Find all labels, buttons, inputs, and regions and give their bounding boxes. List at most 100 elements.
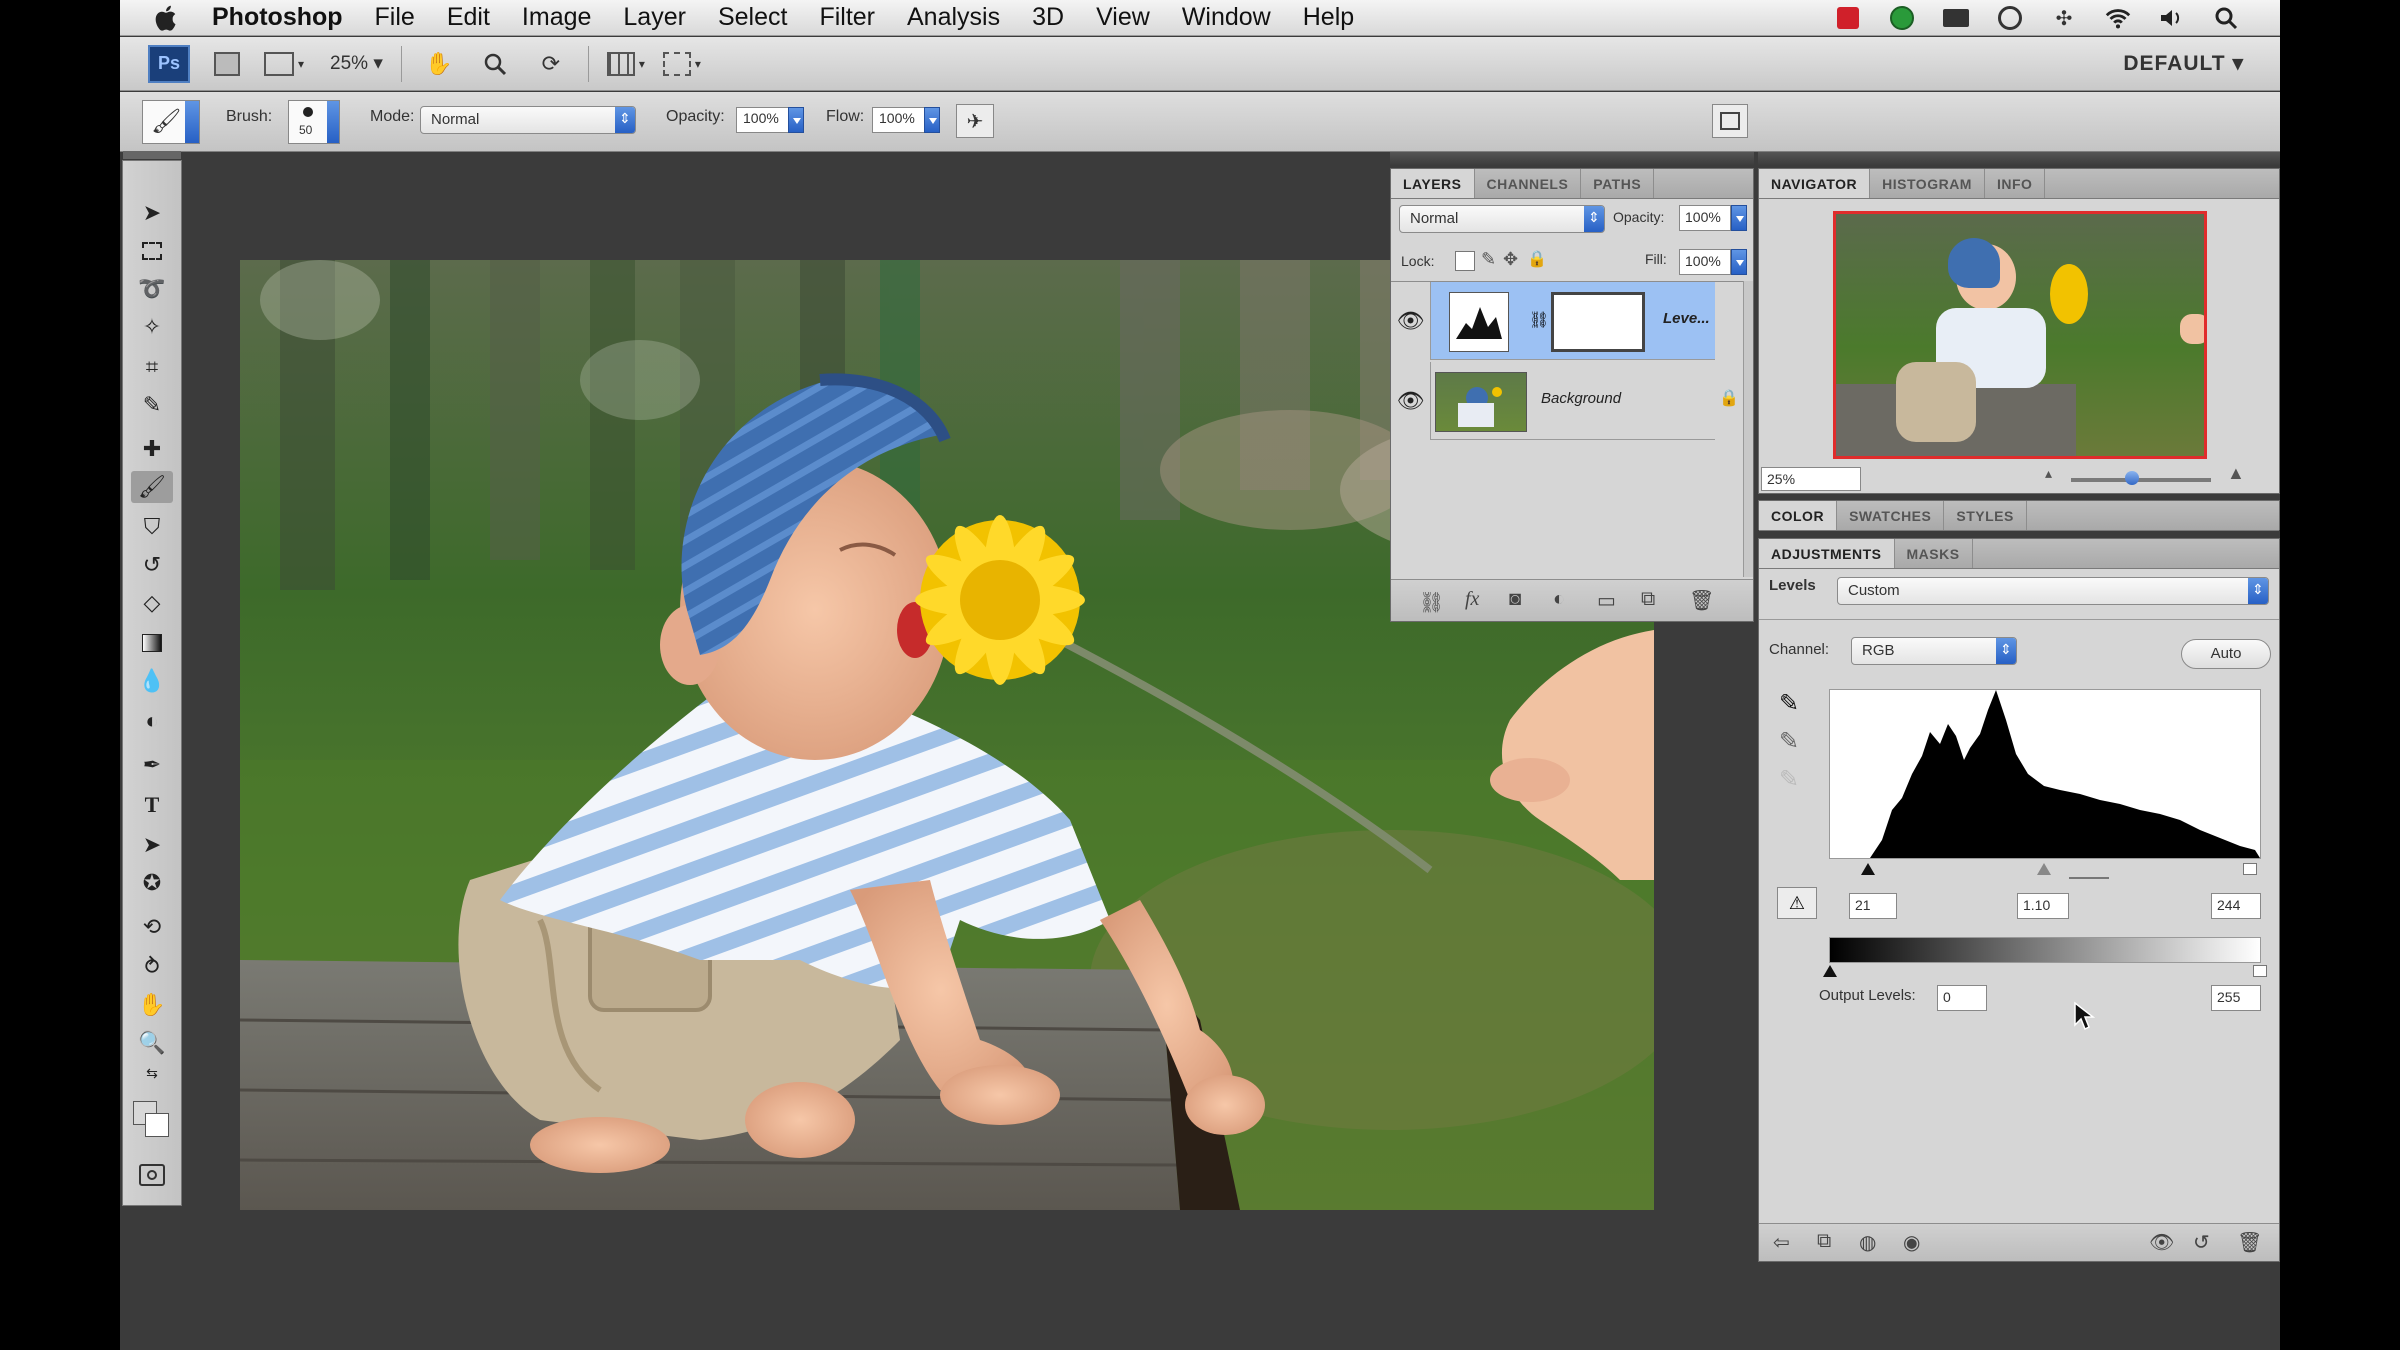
output-black-field[interactable]: 0 <box>1937 985 1987 1011</box>
workspace-switcher[interactable]: DEFAULT ▾ <box>2123 51 2244 76</box>
blend-mode-dropdown[interactable]: Normal <box>1399 205 1605 233</box>
white-point-eyedropper-icon[interactable]: ✎ <box>1779 765 1799 794</box>
menu-layer[interactable]: Layer <box>607 3 702 32</box>
mask-link-icon[interactable]: ⛓ <box>1529 310 1549 330</box>
lock-image-icon[interactable]: ✎ <box>1481 249 1496 270</box>
levels-preset-dropdown[interactable]: Custom <box>1837 577 2269 605</box>
gamma-input-slider[interactable] <box>2037 863 2051 875</box>
layer-row-levels[interactable]: 👁 ⛓ Leve... <box>1391 282 1715 360</box>
toggle-brush-panel-icon[interactable] <box>1712 104 1748 138</box>
ps-logo[interactable]: Ps <box>148 44 190 83</box>
layer-opacity-stepper[interactable] <box>1731 205 1747 231</box>
layer-opacity-input[interactable]: 100% <box>1679 205 1731 231</box>
path-selection-tool-icon[interactable]: ➤ <box>131 829 173 861</box>
flow-stepper[interactable] <box>924 107 940 133</box>
swap-colors-icon[interactable]: ⇆ <box>131 1061 173 1085</box>
channel-dropdown[interactable]: RGB <box>1851 637 2017 665</box>
zoom-out-icon[interactable]: ▴ <box>2045 465 2052 482</box>
opacity-stepper[interactable] <box>788 107 804 133</box>
menu-help[interactable]: Help <box>1287 3 1370 32</box>
time-machine-icon[interactable] <box>1996 4 2024 32</box>
tool-preset-picker[interactable]: 🖌 <box>142 100 200 144</box>
menu-file[interactable]: File <box>359 3 431 32</box>
menu-analysis[interactable]: Analysis <box>891 3 1016 32</box>
zoom-tool-icon[interactable] <box>476 45 514 83</box>
3d-rotate-tool-icon[interactable]: ⟲ <box>131 911 173 943</box>
new-group-icon[interactable]: ▭ <box>1597 588 1616 613</box>
tab-navigator[interactable]: NAVIGATOR <box>1759 169 1871 198</box>
background-color-swatch[interactable] <box>145 1113 169 1137</box>
black-input-slider[interactable] <box>1861 863 1875 875</box>
pen-tool-icon[interactable]: ✒ <box>131 749 173 781</box>
eyedropper-tool-icon[interactable]: ✎ <box>131 389 173 421</box>
tab-layers[interactable]: LAYERS <box>1391 169 1475 198</box>
arrange-documents-icon[interactable]: ▾ <box>606 45 645 83</box>
lasso-tool-icon[interactable]: ➰ <box>131 273 173 305</box>
flash-icon[interactable] <box>1834 4 1862 32</box>
visibility-eye-icon[interactable]: 👁 <box>1391 282 1431 360</box>
white-input-slider[interactable] <box>2243 863 2257 875</box>
input-black-field[interactable]: 21 <box>1849 893 1897 919</box>
history-brush-tool-icon[interactable]: ↺ <box>131 549 173 581</box>
menu-image[interactable]: Image <box>506 3 607 32</box>
tab-styles[interactable]: STYLES <box>1944 501 2027 530</box>
expanded-view-icon[interactable]: ⧉ <box>1817 1230 1831 1253</box>
return-to-list-icon[interactable]: ⇦ <box>1773 1230 1790 1255</box>
menu-app-name[interactable]: Photoshop <box>190 3 359 32</box>
visibility-eye-icon[interactable]: 👁 <box>1391 362 1431 440</box>
view-extras-icon[interactable]: ▾ <box>264 45 304 83</box>
view-previous-state-icon[interactable]: 👁 <box>2149 1230 2174 1255</box>
sync-icon[interactable] <box>1888 4 1916 32</box>
layer-name-levels[interactable]: Leve... <box>1663 310 1710 327</box>
layer-style-icon[interactable]: fx <box>1465 588 1479 611</box>
layer-mask-thumbnail[interactable] <box>1551 292 1645 352</box>
levels-adjustment-thumbnail[interactable] <box>1449 292 1509 352</box>
type-tool-icon[interactable]: T <box>131 789 173 821</box>
navigator-zoom-slider[interactable] <box>2071 478 2211 482</box>
delete-adjustment-icon[interactable]: 🗑 <box>2237 1230 2262 1255</box>
layer-name-background[interactable]: Background <box>1541 390 1621 407</box>
reset-icon[interactable]: ↺ <box>2193 1230 2210 1255</box>
3d-orbit-tool-icon[interactable]: ⥁ <box>131 951 173 983</box>
mode-dropdown[interactable]: Normal <box>420 106 636 134</box>
zoom-level-dropdown[interactable]: 25% ▾ <box>330 52 383 75</box>
menu-select[interactable]: Select <box>702 3 803 32</box>
brush-picker[interactable]: 50 <box>288 100 340 144</box>
output-black-slider[interactable] <box>1823 965 1837 977</box>
gray-point-eyedropper-icon[interactable]: ✎ <box>1779 727 1799 756</box>
black-point-eyedropper-icon[interactable]: ✎ <box>1779 689 1799 718</box>
tab-histogram[interactable]: HISTOGRAM <box>1870 169 1985 198</box>
healing-brush-tool-icon[interactable]: ✚ <box>131 433 173 465</box>
background-layer-thumbnail[interactable] <box>1435 372 1527 432</box>
lock-position-icon[interactable]: ✥ <box>1503 249 1518 270</box>
tab-color[interactable]: COLOR <box>1759 501 1838 530</box>
opacity-input[interactable]: 100% <box>736 107 790 133</box>
navigator-zoom-input[interactable]: 25% <box>1761 467 1861 491</box>
spotlight-search-icon[interactable] <box>2212 4 2240 32</box>
crop-tool-icon[interactable]: ⌗ <box>131 351 173 383</box>
flow-input[interactable]: 100% <box>872 107 926 133</box>
display-icon[interactable] <box>1942 4 1970 32</box>
toolbox-grip[interactable] <box>123 151 181 159</box>
tab-channels[interactable]: CHANNELS <box>1475 169 1582 198</box>
menu-filter[interactable]: Filter <box>803 3 891 32</box>
delete-layer-icon[interactable]: 🗑 <box>1689 588 1714 613</box>
airbrush-icon[interactable]: ✈ <box>956 104 994 138</box>
launch-bridge-icon[interactable] <box>208 45 246 83</box>
dock-header-right[interactable] <box>1758 152 2280 166</box>
magic-wand-tool-icon[interactable]: ✧ <box>131 311 173 343</box>
brush-tool-icon[interactable]: 🖌 <box>131 471 173 503</box>
tab-masks[interactable]: MASKS <box>1895 539 1973 568</box>
tab-info[interactable]: INFO <box>1985 169 2046 198</box>
lock-all-icon[interactable]: 🔒 <box>1527 249 1547 269</box>
input-white-field[interactable]: 244 <box>2211 893 2261 919</box>
volume-icon[interactable] <box>2158 4 2186 32</box>
layer-row-background[interactable]: 👁 Background 🔒 <box>1391 362 1739 440</box>
zoom-tool-icon[interactable]: 🔍 <box>131 1027 173 1059</box>
wifi-icon[interactable] <box>2104 4 2132 32</box>
dodge-tool-icon[interactable]: ◐ <box>131 705 173 737</box>
clip-to-layer-icon[interactable]: ◉ <box>1903 1230 1920 1255</box>
fill-input[interactable]: 100% <box>1679 249 1731 275</box>
apple-icon[interactable] <box>152 3 182 33</box>
fill-stepper[interactable] <box>1731 249 1747 275</box>
